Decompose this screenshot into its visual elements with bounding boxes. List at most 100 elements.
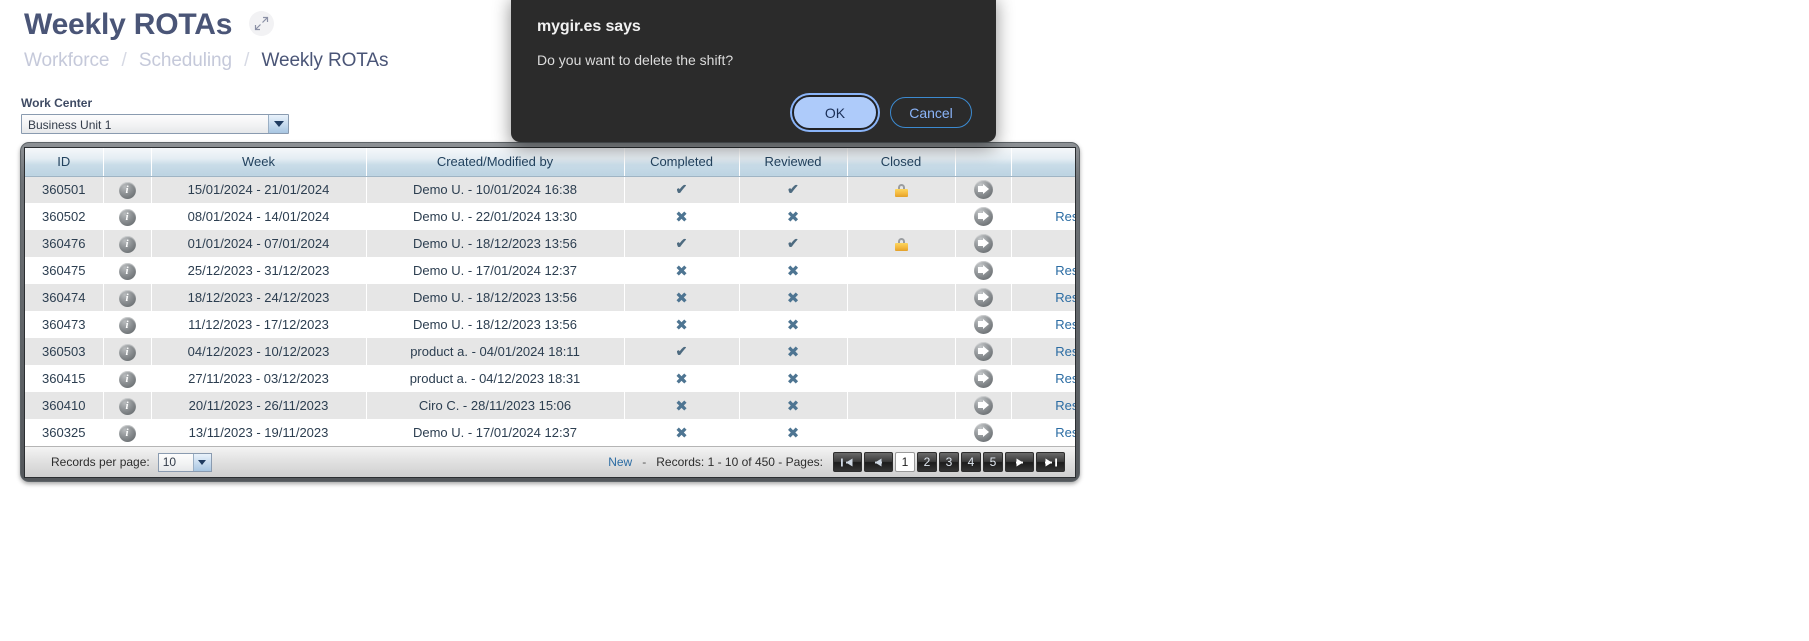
cell-info[interactable]: i — [103, 419, 152, 446]
breadcrumb-item-scheduling[interactable]: Scheduling — [139, 50, 232, 71]
cell-action[interactable] — [955, 257, 1012, 284]
new-record-link[interactable]: New — [608, 455, 632, 469]
cell-action[interactable] — [955, 419, 1012, 446]
records-per-page-select[interactable]: 10 — [157, 452, 212, 472]
cell-action[interactable] — [955, 365, 1012, 392]
go-arrow-icon[interactable] — [973, 396, 993, 415]
cell-info[interactable]: i — [103, 176, 152, 203]
restart-link[interactable]: Restart — [1055, 398, 1075, 413]
restart-link[interactable]: Restart — [1055, 263, 1075, 278]
go-arrow-icon[interactable] — [973, 369, 993, 388]
restart-link[interactable]: Restart — [1055, 344, 1075, 359]
table-row[interactable]: 360473 i 11/12/2023 - 17/12/2023 Demo U. - … — [25, 311, 1075, 338]
info-icon[interactable]: i — [118, 289, 136, 307]
cell-info[interactable]: i — [103, 203, 152, 230]
cell-info[interactable]: i — [103, 230, 152, 257]
table-row[interactable]: 360503 i 04/12/2023 - 10/12/2023 product a.… — [25, 338, 1075, 365]
expand-arrows-icon[interactable] — [248, 10, 274, 36]
first-page-icon[interactable] — [833, 452, 862, 472]
breadcrumb-item-workforce[interactable]: Workforce — [24, 50, 109, 71]
column-header-week[interactable]: Week — [151, 148, 367, 177]
restart-link[interactable]: Restart — [1055, 371, 1075, 386]
cell-info[interactable]: i — [103, 392, 152, 419]
cell-info[interactable]: i — [103, 338, 152, 365]
table-row[interactable]: 360501 i 15/01/2024 - 21/01/2024 Demo U. - … — [25, 176, 1075, 203]
go-arrow-icon[interactable] — [973, 342, 993, 361]
page-button-2[interactable]: 2 — [917, 452, 937, 472]
cell-info[interactable]: i — [103, 365, 152, 392]
table-row[interactable]: 360475 i 25/12/2023 - 31/12/2023 Demo U. - … — [25, 257, 1075, 284]
column-header-completed[interactable]: Completed — [624, 148, 740, 177]
restart-link[interactable]: Restart — [1055, 209, 1075, 224]
cell-closed — [847, 284, 956, 311]
cell-info[interactable]: i — [103, 284, 152, 311]
info-icon[interactable]: i — [118, 208, 136, 226]
go-arrow-icon[interactable] — [973, 207, 993, 226]
page-button-4[interactable]: 4 — [961, 452, 981, 472]
cell-info[interactable]: i — [103, 257, 152, 284]
cell-action[interactable] — [955, 392, 1012, 419]
info-icon[interactable]: i — [118, 343, 136, 361]
dialog-ok-button[interactable]: OK — [794, 97, 876, 128]
last-page-icon[interactable] — [1036, 452, 1065, 472]
table-header-row: ID Week Created/Modified by Completed Re… — [25, 148, 1075, 177]
dialog-title: mygir.es says — [537, 18, 641, 35]
go-arrow-icon[interactable] — [973, 234, 993, 253]
prev-page-icon[interactable] — [864, 452, 893, 472]
column-header-id[interactable]: ID — [25, 148, 104, 177]
dialog-cancel-button[interactable]: Cancel — [890, 97, 972, 128]
info-icon[interactable]: i — [118, 316, 136, 334]
browser-confirm-dialog: mygir.es says Do you want to delete the … — [511, 0, 996, 142]
chevron-down-icon[interactable] — [192, 453, 211, 471]
cell-restart[interactable]: Restart — [1011, 392, 1075, 419]
table-row[interactable]: 360476 i 01/01/2024 - 07/01/2024 Demo U. - … — [25, 230, 1075, 257]
info-icon[interactable]: i — [118, 181, 136, 199]
info-icon[interactable]: i — [118, 424, 136, 442]
cell-restart[interactable]: Restart — [1011, 311, 1075, 338]
info-icon[interactable]: i — [118, 370, 136, 388]
go-arrow-icon[interactable] — [973, 423, 993, 442]
info-icon[interactable]: i — [118, 262, 136, 280]
restart-link[interactable]: Restart — [1055, 317, 1075, 332]
page-button-1[interactable]: 1 — [895, 452, 915, 472]
info-icon[interactable]: i — [118, 235, 136, 253]
table-row[interactable]: 360502 i 08/01/2024 - 14/01/2024 Demo U. - … — [25, 203, 1075, 230]
table-row[interactable]: 360474 i 18/12/2023 - 24/12/2023 Demo U. - … — [25, 284, 1075, 311]
cell-action[interactable] — [955, 230, 1012, 257]
row-week: 04/12/2023 - 10/12/2023 — [187, 344, 330, 359]
column-header-reviewed[interactable]: Reviewed — [739, 148, 848, 177]
cell-restart[interactable]: Restart — [1011, 365, 1075, 392]
page-button-5[interactable]: 5 — [983, 452, 1003, 472]
info-icon[interactable]: i — [118, 397, 136, 415]
cell-action[interactable] — [955, 311, 1012, 338]
go-arrow-icon[interactable] — [973, 315, 993, 334]
go-arrow-icon[interactable] — [973, 261, 993, 280]
cell-action[interactable] — [955, 176, 1012, 203]
cell-restart[interactable]: Restart — [1011, 338, 1075, 365]
column-header-created-modified-by[interactable]: Created/Modified by — [366, 148, 625, 177]
cell-action[interactable] — [955, 338, 1012, 365]
table-row[interactable]: 360410 i 20/11/2023 - 26/11/2023 Ciro C. - … — [25, 392, 1075, 419]
chevron-down-icon[interactable] — [268, 115, 288, 133]
row-id: 360325 — [42, 425, 86, 440]
go-arrow-icon[interactable] — [973, 288, 993, 307]
page-button-3[interactable]: 3 — [939, 452, 959, 472]
cell-info[interactable]: i — [103, 311, 152, 338]
cell-reviewed: ✖ — [739, 392, 848, 419]
table-row[interactable]: 360415 i 27/11/2023 - 03/12/2023 product a.… — [25, 365, 1075, 392]
column-header-closed[interactable]: Closed — [847, 148, 956, 177]
restart-link[interactable]: Restart — [1055, 425, 1075, 440]
next-page-icon[interactable] — [1005, 452, 1034, 472]
restart-link[interactable]: Restart — [1055, 290, 1075, 305]
cell-restart[interactable]: Restart — [1011, 203, 1075, 230]
cell-action[interactable] — [955, 284, 1012, 311]
table-row[interactable]: 360325 i 13/11/2023 - 19/11/2023 Demo U. - … — [25, 419, 1075, 446]
cell-closed — [847, 257, 956, 284]
check-icon: ✔ — [787, 235, 799, 251]
cell-action[interactable] — [955, 203, 1012, 230]
cell-restart[interactable]: Restart — [1011, 419, 1075, 446]
go-arrow-icon[interactable] — [973, 180, 993, 200]
work-center-select[interactable]: Business Unit 1 — [21, 114, 289, 134]
cell-restart[interactable]: Restart — [1011, 284, 1075, 311]
cell-restart[interactable]: Restart — [1011, 257, 1075, 284]
